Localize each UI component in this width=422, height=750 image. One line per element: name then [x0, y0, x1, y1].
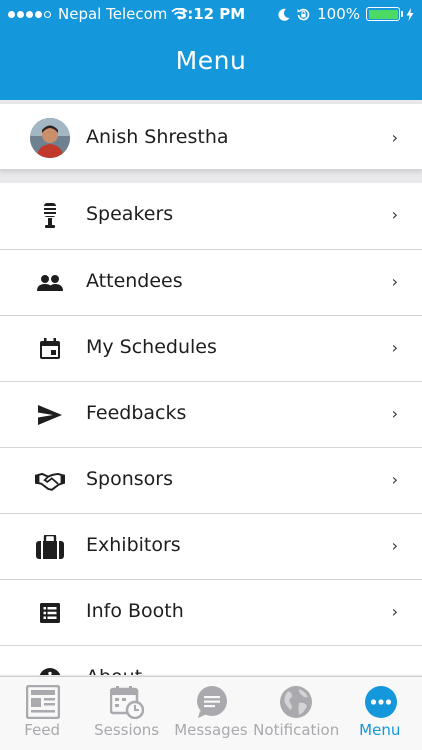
chevron-right-icon: › [391, 272, 398, 291]
microphone-icon [35, 201, 65, 231]
menu-item-label: Speakers [86, 203, 174, 225]
menu-list: Speakers › Attendees › My Schedules › Fe… [0, 183, 422, 675]
menu-item-my-schedules[interactable]: My Schedules › [0, 315, 422, 381]
profile-row[interactable]: Anish Shrestha › [0, 104, 422, 170]
menu-item-label: My Schedules [86, 336, 217, 358]
charging-bolt-icon [406, 7, 414, 21]
tab-label: Menu [359, 721, 401, 739]
tab-feed[interactable]: Feed [0, 677, 84, 750]
calendar-clock-icon [110, 686, 145, 719]
menu-item-label: Info Booth [86, 600, 184, 622]
list-icon [35, 598, 65, 628]
tab-label: Sessions [94, 721, 160, 739]
tab-label: Messages [174, 721, 248, 739]
info-icon [35, 664, 65, 675]
chevron-right-icon: › [391, 536, 398, 555]
tab-notification[interactable]: Notification [253, 677, 340, 750]
menu-item-attendees[interactable]: Attendees › [0, 249, 422, 315]
menu-item-feedbacks[interactable]: Feedbacks › [0, 381, 422, 447]
menu-item-label: Exhibitors [86, 534, 181, 556]
tab-label: Feed [24, 721, 61, 739]
chat-bubble-icon [196, 686, 227, 718]
chevron-right-icon: › [391, 205, 398, 224]
menu-item-about[interactable]: About › [0, 645, 422, 675]
tab-menu[interactable]: Menu [338, 677, 422, 750]
menu-item-info-booth[interactable]: Info Booth › [0, 579, 422, 645]
menu-item-label: About [86, 666, 142, 675]
tab-messages[interactable]: Messages [169, 677, 253, 750]
menu-item-label: Feedbacks [86, 402, 187, 424]
menu-item-label: Sponsors [86, 468, 174, 490]
send-icon [35, 400, 65, 430]
tab-label: Notification [253, 721, 340, 739]
globe-icon [280, 686, 313, 718]
battery-icon [366, 7, 403, 21]
menu-item-label: Attendees [86, 270, 183, 292]
menu-item-sponsors[interactable]: Sponsors › [0, 447, 422, 513]
menu-content[interactable]: Anish Shrestha › Speakers › Attendees › … [0, 100, 422, 675]
chevron-right-icon: › [392, 668, 398, 675]
page-title: Menu [175, 46, 247, 75]
profile-name: Anish Shrestha [86, 126, 229, 148]
handshake-icon [35, 466, 65, 496]
people-icon [35, 268, 65, 298]
menu-item-exhibitors[interactable]: Exhibitors › [0, 513, 422, 579]
chevron-right-icon: › [391, 404, 398, 423]
newspaper-icon [26, 685, 60, 719]
rotation-lock-icon [297, 8, 310, 20]
moon-icon [278, 8, 290, 21]
tab-sessions[interactable]: Sessions [84, 677, 168, 750]
chevron-right-icon: › [391, 470, 398, 489]
more-dots-icon [364, 686, 397, 718]
chevron-right-icon: › [391, 338, 398, 357]
status-right: 100% [278, 5, 414, 23]
menu-item-speakers[interactable]: Speakers › [0, 183, 422, 249]
top-bar: Nepal Telecom 3:12 PM 100% Menu [0, 0, 422, 100]
briefcase-icon [35, 532, 65, 562]
chevron-right-icon: › [391, 602, 398, 621]
battery-percent: 100% [317, 5, 360, 23]
chevron-right-icon: › [391, 128, 398, 147]
tab-bar: Feed Sessions Messages Notification Menu [0, 676, 422, 750]
calendar-icon [35, 334, 65, 364]
status-bar: Nepal Telecom 3:12 PM 100% [0, 0, 422, 28]
avatar [30, 118, 70, 158]
